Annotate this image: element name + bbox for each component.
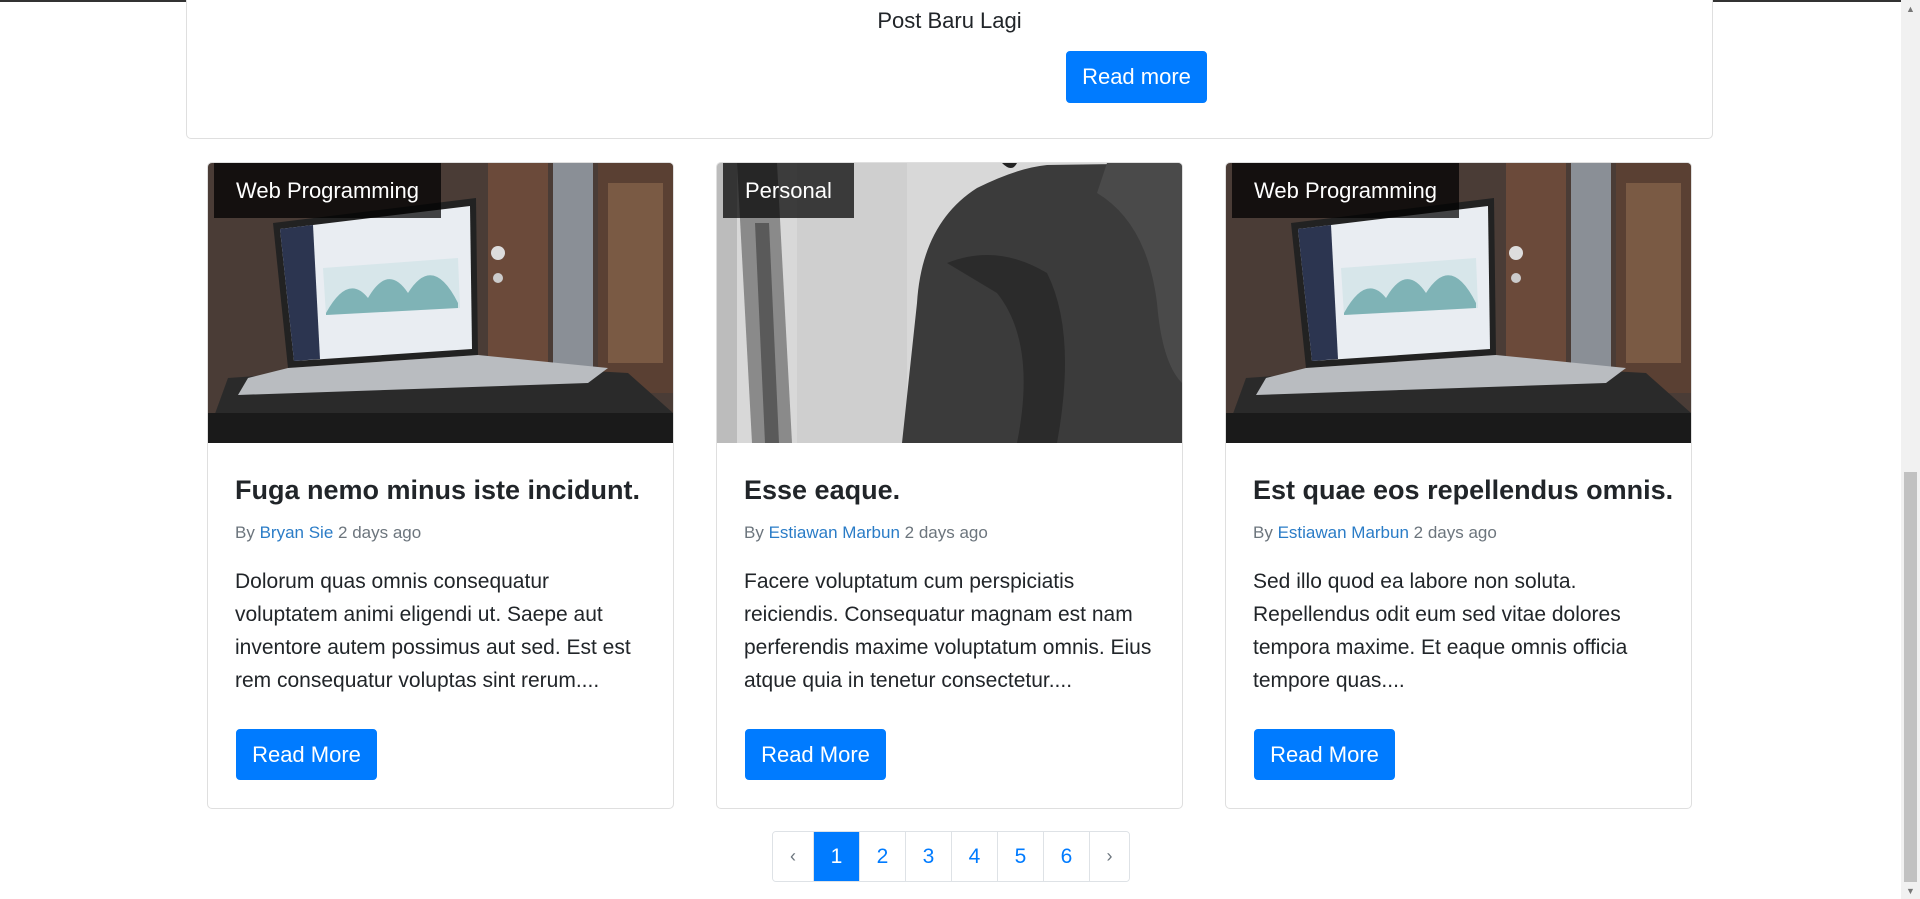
post-time: 2 days ago	[904, 523, 988, 542]
category-badge[interactable]: Web Programming	[214, 163, 441, 218]
post-excerpt: Facere voluptatum cum perspiciatis reici…	[744, 570, 1152, 692]
post-time: 2 days ago	[1413, 523, 1497, 542]
post-excerpt: Dolorum quas omnis consequatur voluptate…	[235, 570, 631, 692]
post-author-link[interactable]: Estiawan Marbun	[1278, 523, 1409, 542]
pagination-page-2[interactable]: 2	[859, 832, 905, 881]
read-more-button[interactable]: Read More	[236, 729, 377, 780]
scroll-down-arrow-icon[interactable]: ▼	[1901, 882, 1920, 899]
post-image-person[interactable]: Personal	[717, 163, 1182, 443]
pagination-prev[interactable]: ‹	[773, 832, 813, 881]
post-meta: By Bryan Sie 2 days ago	[235, 523, 649, 543]
scrollbar-thumb[interactable]	[1904, 472, 1917, 882]
pagination-page-3[interactable]: 3	[905, 832, 951, 881]
post-by-label: By	[1253, 523, 1273, 542]
category-badge[interactable]: Personal	[723, 163, 854, 218]
pagination-next[interactable]: ›	[1089, 832, 1129, 881]
pagination: ‹ 1 2 3 4 5 6 ›	[772, 831, 1130, 882]
post-by-label: By	[235, 523, 255, 542]
post-title[interactable]: Esse eaque.	[744, 473, 1158, 507]
pagination-page-1[interactable]: 1	[813, 832, 859, 881]
post-meta: By Estiawan Marbun 2 days ago	[744, 523, 1158, 543]
post-card: Personal Esse eaque. By Estiawan Marbun …	[716, 162, 1183, 809]
scroll-up-arrow-icon[interactable]: ▲	[1901, 0, 1920, 17]
post-meta: By Estiawan Marbun 2 days ago	[1253, 523, 1667, 543]
page-scrollbar[interactable]: ▲ ▼	[1901, 0, 1920, 899]
post-card-body: Esse eaque. By Estiawan Marbun 2 days ag…	[744, 443, 1158, 697]
read-more-button[interactable]: Read More	[1254, 729, 1395, 780]
post-image-laptop[interactable]: Web Programming	[208, 163, 673, 443]
read-more-button[interactable]: Read More	[745, 729, 886, 780]
post-excerpt: Sed illo quod ea labore non soluta. Repe…	[1253, 570, 1628, 692]
post-by-label: By	[744, 523, 764, 542]
featured-read-more-button[interactable]: Read more	[1066, 51, 1207, 103]
post-title[interactable]: Est quae eos repellendus omnis.	[1253, 473, 1673, 507]
post-title[interactable]: Fuga nemo minus iste incidunt.	[235, 473, 649, 507]
post-card: Web Programming Fuga nemo minus iste inc…	[207, 162, 674, 809]
post-time: 2 days ago	[338, 523, 422, 542]
pagination-page-4[interactable]: 4	[951, 832, 997, 881]
category-badge[interactable]: Web Programming	[1232, 163, 1459, 218]
post-image-laptop[interactable]: Web Programming	[1226, 163, 1691, 443]
featured-post-card: Post Baru Lagi Read more	[186, 0, 1713, 139]
post-card-body: Est quae eos repellendus omnis. By Estia…	[1253, 443, 1673, 697]
post-author-link[interactable]: Estiawan Marbun	[769, 523, 900, 542]
featured-post-title: Post Baru Lagi	[877, 8, 1022, 33]
post-card-body: Fuga nemo minus iste incidunt. By Bryan …	[235, 443, 649, 697]
post-card: Web Programming Est quae eos repellendus…	[1225, 162, 1692, 809]
pagination-page-5[interactable]: 5	[997, 832, 1043, 881]
pagination-page-6[interactable]: 6	[1043, 832, 1089, 881]
post-author-link[interactable]: Bryan Sie	[260, 523, 334, 542]
